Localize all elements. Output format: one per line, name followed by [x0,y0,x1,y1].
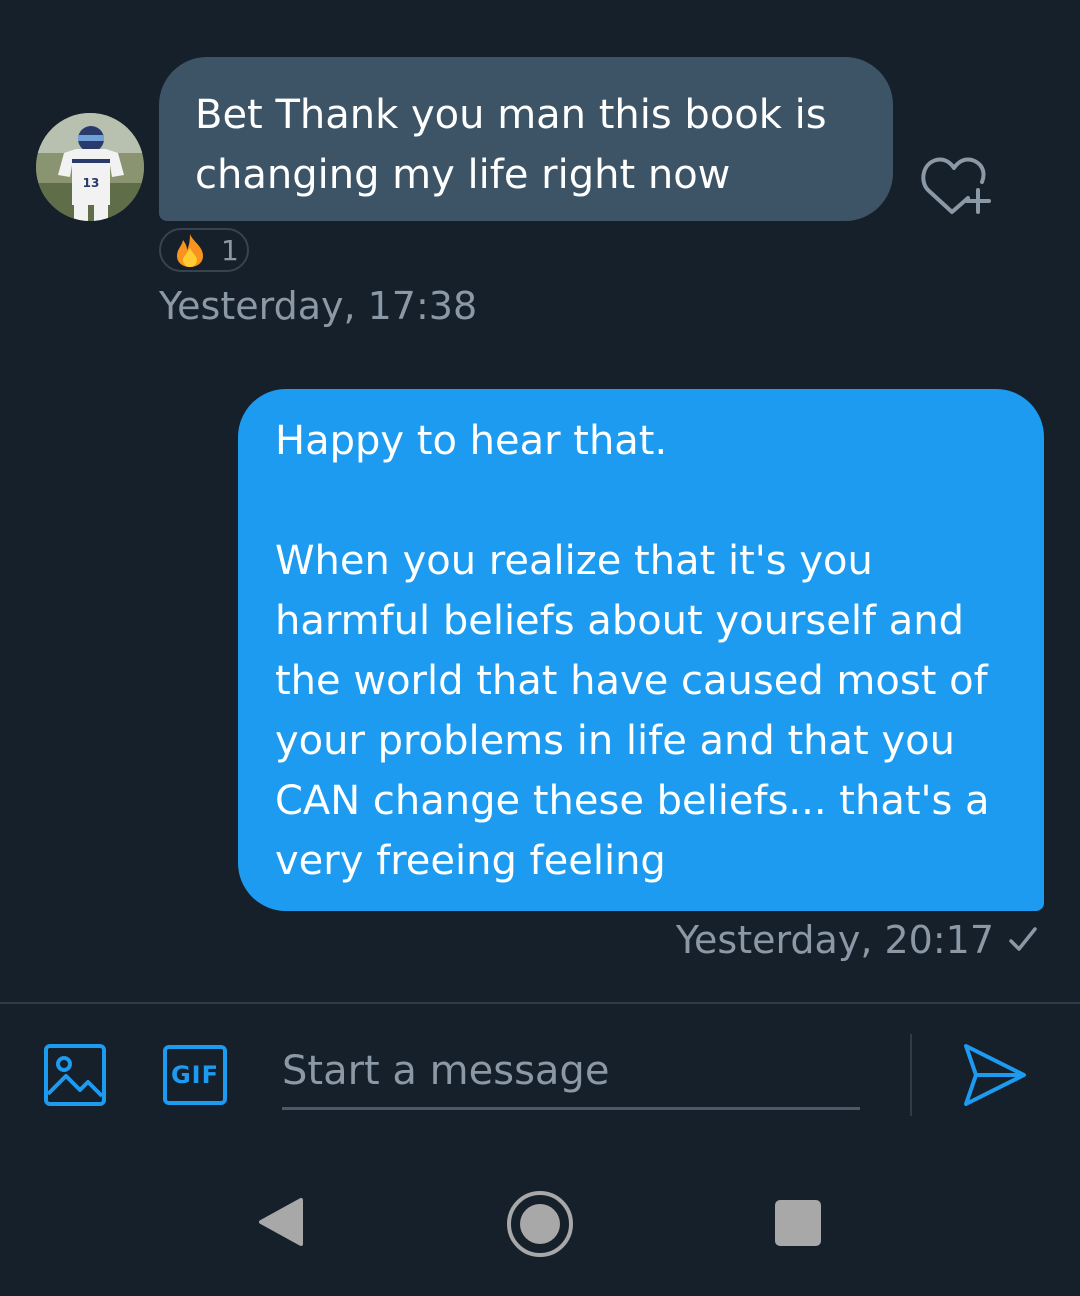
reaction-count: 1 [221,233,239,267]
jersey-number: 13 [83,176,100,190]
incoming-message-line: Bet Thank you man this book is [195,92,827,138]
composer-separator [910,1034,912,1116]
add-reaction-heart-icon[interactable] [918,152,992,218]
outgoing-timestamp-row: Yesterday, 20:17 [676,918,1038,962]
send-icon[interactable] [962,1042,1028,1108]
outgoing-timestamp: Yesterday, 20:17 [675,918,994,962]
message-input[interactable] [282,1034,860,1110]
incoming-timestamp: Yesterday, 17:38 [159,284,478,328]
home-icon[interactable] [506,1190,574,1258]
fire-icon [177,234,203,267]
outgoing-message-line: very freeing feeling [275,838,666,884]
image-icon[interactable] [44,1044,106,1106]
incoming-message-bubble[interactable]: Bet Thank you man this book is changing … [159,57,893,221]
avatar-image: 13 [36,113,144,221]
avatar[interactable]: 13 [36,113,144,221]
outgoing-message-line: Happy to hear that. [275,418,668,464]
composer-divider [0,1002,1080,1004]
dm-conversation-screen: 13 Bet Thank you man this book is changi… [0,0,1080,1296]
checkmark-icon [1009,927,1037,951]
gif-button[interactable]: GIF [163,1045,227,1105]
reaction-pill[interactable]: 1 [159,228,249,272]
back-icon[interactable] [255,1196,303,1248]
incoming-message-line: changing my life right now [195,152,731,198]
outgoing-message-line: the world that have caused most of [275,658,988,704]
outgoing-message-line: When you realize that it's you [275,538,873,584]
outgoing-message-line: CAN change these beliefs... that's a [275,778,990,824]
outgoing-message-line: your problems in life and that you [275,718,955,764]
recent-apps-icon[interactable] [775,1200,821,1246]
outgoing-message-bubble[interactable]: Happy to hear that. When you realize tha… [238,389,1044,911]
gif-label: GIF [170,1061,220,1089]
outgoing-message-line: harmful beliefs about yourself and [275,598,964,644]
